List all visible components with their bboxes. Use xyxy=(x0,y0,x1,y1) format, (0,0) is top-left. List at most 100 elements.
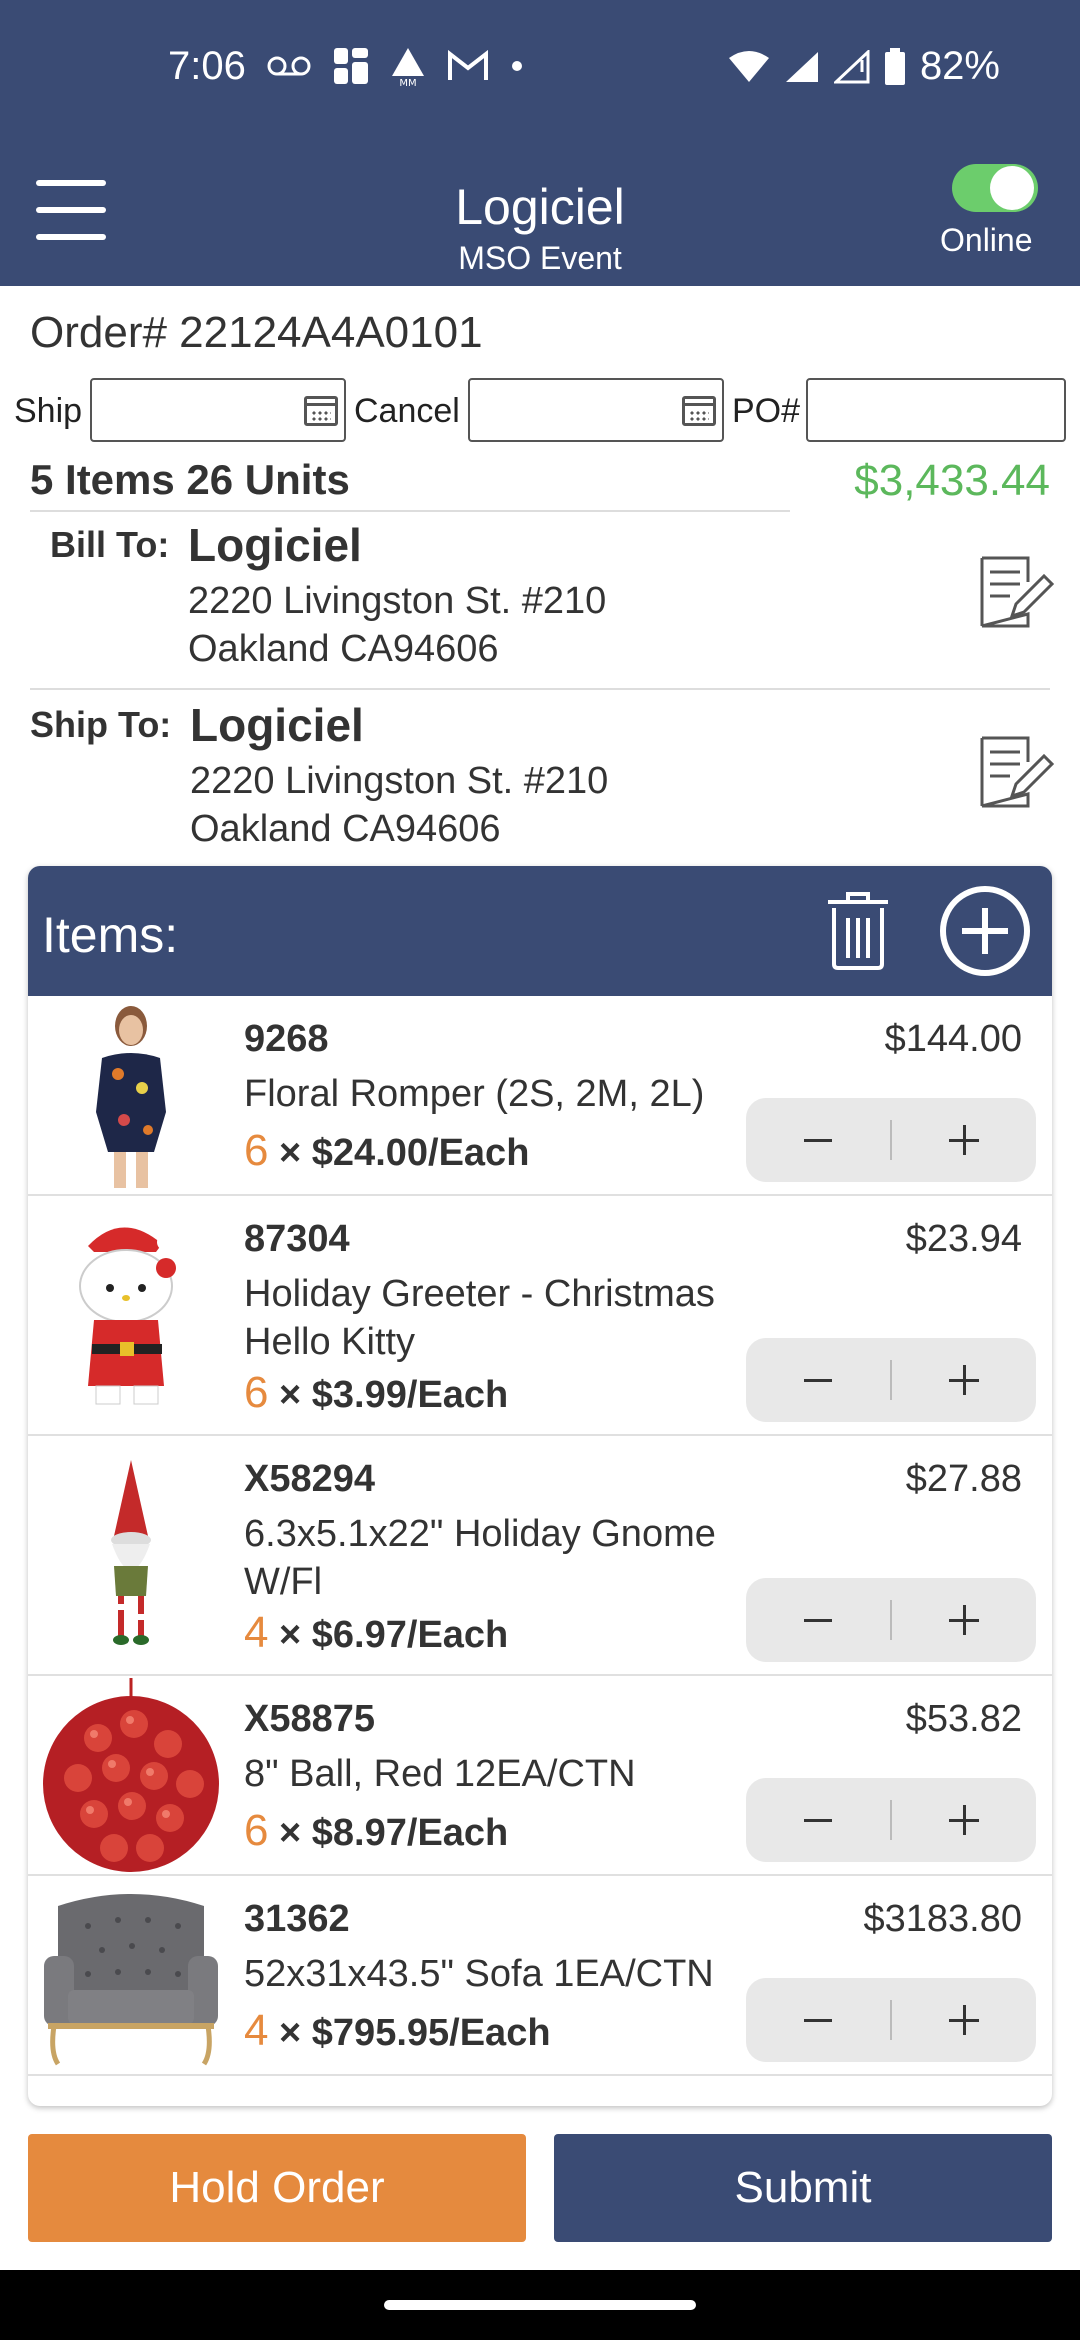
increment-button[interactable] xyxy=(891,1778,1036,1862)
add-item-icon[interactable] xyxy=(940,886,1030,976)
online-toggle[interactable] xyxy=(952,164,1038,212)
item-row[interactable]: X58294 6.3x5.1x22" Holiday Gnome W/Fl 4 … xyxy=(28,1436,1052,1676)
decrement-button[interactable] xyxy=(746,1778,891,1862)
order-summary: 5 Items 26 Units xyxy=(30,456,350,503)
signal-icon xyxy=(785,51,818,82)
item-qty-price: 6 × $3.99/Each xyxy=(244,1368,508,1418)
edit-bill-to-icon[interactable] xyxy=(976,552,1056,632)
app-subtitle: MSO Event xyxy=(458,240,622,276)
gmail-icon xyxy=(448,50,488,80)
increment-button[interactable] xyxy=(891,1098,1036,1182)
increment-button[interactable] xyxy=(891,1578,1036,1662)
online-label: Online xyxy=(940,222,1033,258)
ship-to-label: Ship To: xyxy=(30,704,172,745)
decrement-button[interactable] xyxy=(746,1978,891,2062)
cancel-date-label: Cancel xyxy=(354,392,460,430)
quantity-stepper xyxy=(746,1778,1036,1862)
mm-notification-icon: MM xyxy=(392,48,424,86)
item-qty: 6 xyxy=(244,1126,269,1175)
divider xyxy=(30,688,1050,690)
item-sku: X58294 xyxy=(244,1458,376,1500)
quantity-stepper xyxy=(746,1978,1036,2062)
items-panel: Items: 9268 Floral Romper (2S, 2M, 2L) 6… xyxy=(28,866,1052,2106)
item-line-total: $144.00 xyxy=(884,1018,1022,1060)
bill-to-name: Logiciel xyxy=(188,519,362,571)
status-bar: 7:06 MM 82% xyxy=(0,0,1080,140)
items-title: Items: xyxy=(42,907,179,963)
quantity-stepper xyxy=(746,1338,1036,1422)
home-gesture-handle[interactable] xyxy=(384,2300,696,2310)
bill-to-address-line1: 2220 Livingston St. #210 xyxy=(188,580,607,622)
item-qty-price: 6 × $8.97/Each xyxy=(244,1806,508,1856)
decrement-button[interactable] xyxy=(746,1098,891,1182)
item-row[interactable]: 87304 Holiday Greeter - Christmas Hello … xyxy=(28,1196,1052,1436)
ship-to-address-line1: 2220 Livingston St. #210 xyxy=(190,760,609,802)
order-total: $3,433.44 xyxy=(854,456,1050,505)
more-dot-icon xyxy=(512,61,522,71)
item-unit-price: × $795.95/Each xyxy=(268,2012,551,2054)
ship-to-address-line2: Oakland CA94606 xyxy=(190,808,501,850)
hello-kitty-greeter-image xyxy=(79,1227,176,1405)
holiday-gnome-image xyxy=(111,1460,151,1645)
battery-percent: 82% xyxy=(919,44,1000,88)
item-line-total: $23.94 xyxy=(905,1218,1022,1260)
increment-button[interactable] xyxy=(891,1978,1036,2062)
app-bar: Logiciel MSO Event Online xyxy=(0,140,1080,286)
po-label: PO# xyxy=(732,392,801,430)
red-ball-image xyxy=(43,1678,219,1872)
item-qty-price: 4 × $795.95/Each xyxy=(244,2006,551,2056)
toggle-knob xyxy=(990,166,1034,210)
submit-button[interactable]: Submit xyxy=(554,2134,1052,2242)
decrement-button[interactable] xyxy=(746,1338,891,1422)
floral-romper-image xyxy=(96,1006,166,1188)
quantity-stepper xyxy=(746,1578,1036,1662)
voicemail-icon xyxy=(267,56,311,76)
signal-no-data-icon xyxy=(833,49,870,83)
divider xyxy=(30,510,790,512)
item-sku: 9268 xyxy=(244,1018,329,1060)
cancel-date-field[interactable] xyxy=(468,378,724,442)
ship-date-field[interactable] xyxy=(90,378,346,442)
item-sku: 87304 xyxy=(244,1218,350,1260)
system-nav-bar xyxy=(0,2270,1080,2340)
hold-order-button[interactable]: Hold Order xyxy=(28,2134,526,2242)
app-notification-icon xyxy=(334,48,368,84)
item-qty: 4 xyxy=(244,2006,269,2055)
item-qty: 6 xyxy=(244,1368,269,1417)
decrement-button[interactable] xyxy=(746,1578,891,1662)
item-line-total: $53.82 xyxy=(905,1698,1022,1740)
edit-ship-to-icon[interactable] xyxy=(976,732,1056,812)
trash-icon[interactable] xyxy=(826,892,890,970)
calendar-icon[interactable] xyxy=(682,396,716,426)
item-row[interactable]: 9268 Floral Romper (2S, 2M, 2L) 6 × $24.… xyxy=(28,996,1052,1196)
item-row[interactable]: 31362 52x31x43.5" Sofa 1EA/CTN 4 × $795.… xyxy=(28,1876,1052,2076)
item-description: 8" Ball, Red 12EA/CTN xyxy=(244,1753,636,1795)
order-number: Order# 22124A4A0101 xyxy=(30,308,483,357)
status-icons: MM xyxy=(266,46,524,86)
quantity-stepper xyxy=(746,1098,1036,1182)
item-line-total: $3183.80 xyxy=(863,1898,1023,1940)
item-qty: 4 xyxy=(244,1608,269,1657)
item-sku: X58875 xyxy=(244,1698,376,1740)
bill-to-address-line2: Oakland CA94606 xyxy=(188,628,499,670)
item-unit-price: × $6.97/Each xyxy=(268,1614,509,1656)
calendar-icon[interactable] xyxy=(304,396,338,426)
increment-button[interactable] xyxy=(891,1338,1036,1422)
item-qty: 6 xyxy=(244,1806,269,1855)
po-number-field[interactable] xyxy=(806,378,1066,442)
svg-text:MM: MM xyxy=(399,78,416,86)
item-description: 52x31x43.5" Sofa 1EA/CTN xyxy=(244,1953,714,1995)
item-qty-price: 4 × $6.97/Each xyxy=(244,1608,508,1658)
items-header: Items: xyxy=(28,866,1052,996)
item-sku: 31362 xyxy=(244,1898,350,1940)
item-description: Floral Romper (2S, 2M, 2L) xyxy=(244,1073,705,1115)
item-description: Holiday Greeter - Christmas Hello Kitty xyxy=(244,1273,715,1363)
status-time: 7:06 xyxy=(168,44,246,88)
item-description: 6.3x5.1x22" Holiday Gnome W/Fl xyxy=(244,1513,716,1603)
item-unit-price: × $3.99/Each xyxy=(268,1374,509,1416)
item-row[interactable]: X58875 8" Ball, Red 12EA/CTN 6 × $8.97/E… xyxy=(28,1676,1052,1876)
ship-date-label: Ship xyxy=(14,392,83,430)
wifi-icon xyxy=(728,50,769,82)
item-unit-price: × $8.97/Each xyxy=(268,1812,509,1854)
battery-icon xyxy=(884,47,905,85)
